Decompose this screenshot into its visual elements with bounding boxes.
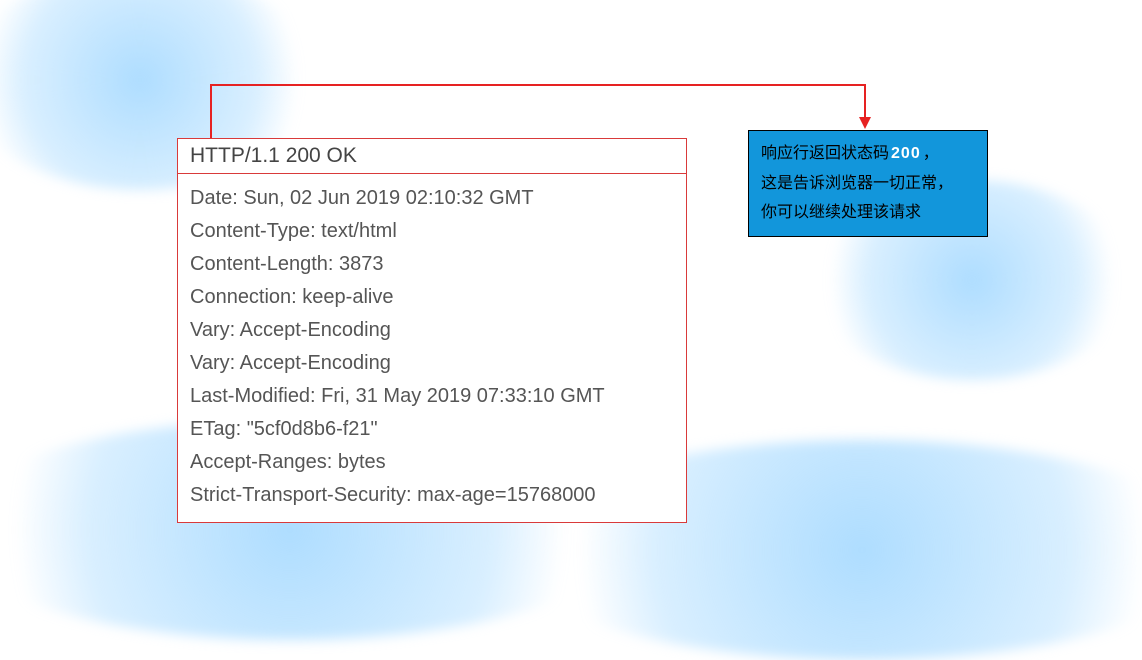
http-header-line: Date: Sun, 02 Jun 2019 02:10:32 GMT: [190, 182, 674, 215]
annotation-line: 你可以继续处理该请求: [761, 198, 977, 228]
http-header-line: Content-Length: 3873: [190, 248, 674, 281]
http-header-line: ETag: "5cf0d8b6-f21": [190, 413, 674, 446]
arrowhead-down-icon: [859, 117, 871, 129]
http-header-line: Strict-Transport-Security: max-age=15768…: [190, 479, 674, 512]
http-header-line: Accept-Ranges: bytes: [190, 446, 674, 479]
http-header-line: Vary: Accept-Encoding: [190, 314, 674, 347]
annotation-line: 响应行返回状态码200，: [761, 139, 977, 169]
http-header-line: Content-Type: text/html: [190, 215, 674, 248]
http-response-box: HTTP/1.1 200 OK Date: Sun, 02 Jun 2019 0…: [177, 138, 687, 523]
http-headers-block: Date: Sun, 02 Jun 2019 02:10:32 GMT Cont…: [178, 174, 686, 522]
annotation-status-code: 200: [889, 145, 923, 162]
http-header-line: Connection: keep-alive: [190, 281, 674, 314]
http-header-line: Last-Modified: Fri, 31 May 2019 07:33:10…: [190, 380, 674, 413]
annotation-text: 响应行返回状态码: [761, 145, 889, 162]
http-header-line: Vary: Accept-Encoding: [190, 347, 674, 380]
annotation-text: ，: [923, 145, 939, 162]
annotation-line: 这是告诉浏览器一切正常，: [761, 169, 977, 199]
annotation-callout: 响应行返回状态码200， 这是告诉浏览器一切正常， 你可以继续处理该请求: [748, 130, 988, 237]
arrow-connector-segment: [864, 84, 866, 121]
http-status-line: HTTP/1.1 200 OK: [178, 139, 686, 174]
arrow-connector-segment: [210, 84, 866, 86]
arrow-connector-segment: [210, 84, 212, 139]
